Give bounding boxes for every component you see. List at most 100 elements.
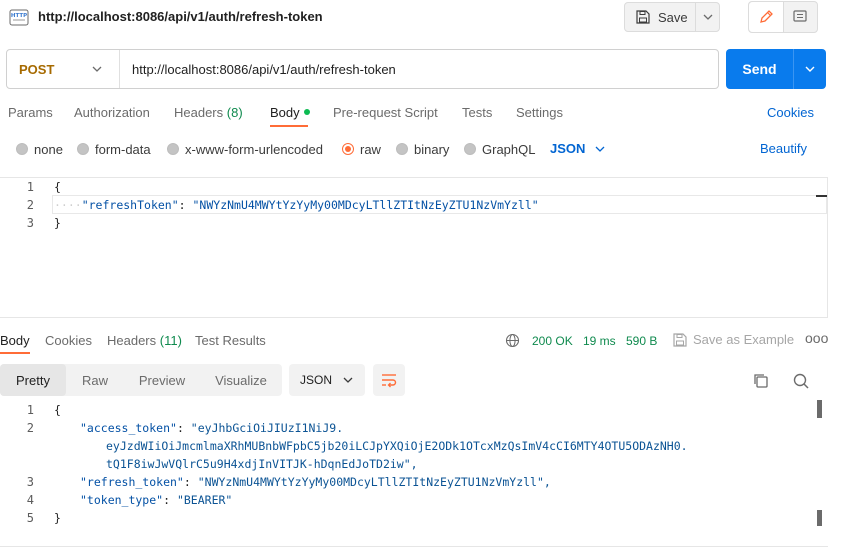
body-indicator-dot bbox=[303, 109, 310, 115]
tab-tests[interactable]: Tests bbox=[462, 105, 492, 120]
search-icon[interactable] bbox=[792, 372, 810, 393]
response-tab-body[interactable]: Body bbox=[0, 333, 30, 348]
json-key: "access_token" bbox=[80, 421, 177, 435]
tab-body-label: Body bbox=[270, 105, 300, 120]
save-icon bbox=[673, 332, 687, 347]
view-raw[interactable]: Raw bbox=[66, 364, 124, 396]
body-type-raw[interactable]: raw bbox=[342, 141, 381, 157]
tab-headers[interactable]: Headers (8) bbox=[174, 105, 243, 120]
method-select[interactable]: POST bbox=[7, 50, 120, 88]
status-code[interactable]: 200 OK bbox=[532, 334, 573, 348]
body-format-select[interactable]: JSON bbox=[550, 141, 605, 156]
more-options-icon[interactable]: ooo bbox=[805, 330, 828, 346]
body-type-label: binary bbox=[414, 141, 450, 157]
response-line-refresh-token: "refresh_token": "NWYzNmU4MWYtYzYyMy00MD… bbox=[80, 475, 551, 489]
cookies-link[interactable]: Cookies bbox=[767, 105, 814, 120]
save-options-button[interactable] bbox=[696, 3, 719, 31]
line-number: 3 bbox=[26, 475, 34, 489]
json-key: "refreshToken" bbox=[81, 198, 179, 212]
tab-body[interactable]: Body bbox=[270, 105, 310, 120]
code-close-brace: } bbox=[54, 216, 61, 230]
json-colon: : bbox=[163, 493, 177, 507]
response-tab-headers-label: Headers bbox=[107, 333, 157, 348]
tab-pre-request-script[interactable]: Pre-request Script bbox=[333, 105, 438, 120]
json-value-continuation: tQ1F8iwJwVQlrC5u9H4xdjInVITJK-hDqnEdJoTD… bbox=[106, 457, 418, 471]
url-input[interactable]: http://localhost:8086/api/v1/auth/refres… bbox=[120, 62, 396, 77]
chevron-down-icon bbox=[703, 14, 712, 20]
json-colon: : bbox=[176, 421, 191, 435]
save-button[interactable]: Save bbox=[625, 3, 696, 31]
chevron-down-icon bbox=[595, 146, 605, 152]
radio-icon bbox=[167, 143, 179, 155]
body-type-binary[interactable]: binary bbox=[396, 141, 450, 157]
response-tab-headers[interactable]: Headers (11) bbox=[107, 333, 182, 348]
line-number: 2 bbox=[26, 198, 34, 212]
chevron-down-icon bbox=[805, 66, 815, 72]
send-options-button[interactable] bbox=[794, 49, 826, 89]
code-line-refresh-token: ····"refreshToken": "NWYzNmU4MWYtYzYyMy0… bbox=[54, 198, 539, 212]
save-button-group: Save bbox=[624, 2, 720, 32]
response-tab-test-results[interactable]: Test Results bbox=[195, 333, 266, 348]
copy-icon[interactable] bbox=[752, 372, 770, 393]
response-line-access-token: "access_token": "eyJhbGciOiJIUzI1NiJ9. bbox=[80, 421, 343, 435]
json-value: "BEARER" bbox=[176, 493, 233, 507]
beautify-link[interactable]: Beautify bbox=[760, 141, 807, 156]
svg-text:HTTP: HTTP bbox=[11, 13, 27, 19]
chevron-down-icon bbox=[92, 66, 102, 72]
documentation-mode-button[interactable] bbox=[784, 2, 818, 32]
tab-params[interactable]: Params bbox=[8, 105, 53, 120]
body-type-label: form-data bbox=[95, 141, 151, 157]
tab-authorization[interactable]: Authorization bbox=[74, 105, 150, 120]
line-number: 2 bbox=[26, 421, 34, 435]
globe-icon[interactable] bbox=[505, 333, 520, 351]
tab-settings[interactable]: Settings bbox=[516, 105, 563, 120]
body-type-form-data[interactable]: form-data bbox=[77, 141, 151, 157]
radio-selected-icon bbox=[342, 143, 354, 155]
response-tab-cookies[interactable]: Cookies bbox=[45, 333, 92, 348]
tab-headers-label: Headers bbox=[174, 105, 224, 120]
json-key: "token_type" bbox=[80, 493, 164, 507]
active-tab-underline bbox=[270, 125, 308, 127]
edit-mode-button[interactable] bbox=[749, 2, 784, 32]
response-scrollbar-top[interactable] bbox=[817, 400, 822, 418]
code-open-brace: { bbox=[54, 180, 61, 194]
response-line-token-type: "token_type": "BEARER" bbox=[80, 493, 232, 507]
view-visualize[interactable]: Visualize bbox=[200, 364, 282, 396]
body-type-label: x-www-form-urlencoded bbox=[185, 141, 323, 157]
line-number: 4 bbox=[26, 493, 34, 507]
line-number: 1 bbox=[26, 403, 34, 417]
view-toggle bbox=[748, 1, 818, 33]
response-size[interactable]: 590 B bbox=[626, 334, 657, 348]
response-scrollbar-bottom[interactable] bbox=[817, 510, 822, 526]
save-as-example-button[interactable]: Save as Example bbox=[673, 332, 794, 347]
wrap-lines-button[interactable] bbox=[373, 364, 405, 396]
method-label: POST bbox=[19, 61, 55, 77]
editor-scrollbar[interactable] bbox=[816, 195, 827, 213]
body-type-label: raw bbox=[360, 141, 381, 157]
send-button[interactable]: Send bbox=[726, 49, 794, 89]
json-colon: : bbox=[178, 198, 193, 212]
response-time[interactable]: 19 ms bbox=[583, 334, 616, 348]
save-icon bbox=[636, 10, 650, 24]
json-colon: : bbox=[183, 475, 198, 489]
save-label: Save bbox=[658, 9, 688, 25]
body-format-label: JSON bbox=[550, 141, 586, 156]
view-pretty[interactable]: Pretty bbox=[0, 364, 66, 396]
http-request-icon: HTTP bbox=[9, 7, 29, 27]
body-type-none[interactable]: none bbox=[16, 141, 63, 157]
chevron-down-icon bbox=[343, 377, 353, 383]
body-type-graphql[interactable]: GraphQL bbox=[464, 141, 536, 157]
radio-icon bbox=[396, 143, 408, 155]
json-value: "NWYzNmU4MWYtYzYyMy00MDcyLTllZTItNzEyZTU… bbox=[197, 475, 551, 489]
body-type-urlencoded[interactable]: x-www-form-urlencoded bbox=[167, 141, 323, 157]
view-preview[interactable]: Preview bbox=[124, 364, 200, 396]
response-format-select[interactable]: JSON bbox=[289, 364, 365, 396]
send-button-group: Send bbox=[726, 49, 826, 89]
wrap-lines-icon bbox=[382, 374, 397, 388]
request-title: http://localhost:8086/api/v1/auth/refres… bbox=[38, 9, 323, 24]
line-number: 3 bbox=[26, 216, 34, 230]
body-type-label: none bbox=[34, 141, 63, 157]
save-as-example-label: Save as Example bbox=[693, 332, 795, 347]
json-value: "eyJhbGciOiJIUzI1NiJ9. bbox=[190, 421, 344, 435]
body-type-label: GraphQL bbox=[482, 141, 536, 157]
